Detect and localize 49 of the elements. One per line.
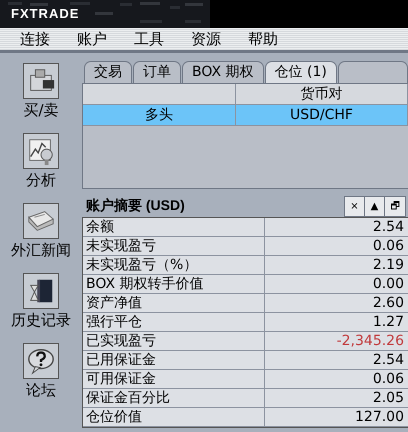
table-cell: USD/CHF	[236, 105, 408, 125]
table-cell: 已用保证金	[83, 351, 265, 369]
table-cell-text: -2,345.26	[336, 332, 405, 350]
sidebar-label[interactable]: 外汇新闻	[11, 241, 71, 260]
tab[interactable]: 交易	[84, 61, 132, 83]
menu-item[interactable]: 工具	[134, 30, 191, 48]
tab[interactable]: BOX 期权	[182, 61, 264, 83]
close-button[interactable]: ×	[345, 196, 365, 216]
table-cell-text: 1.27	[372, 313, 405, 331]
logo: FXTRADE	[11, 6, 80, 21]
table-cell-text: 2.05	[372, 389, 405, 407]
panel-title: 账户摘要 (USD)	[85, 197, 185, 215]
table-cell-text: 127.00	[354, 408, 405, 426]
menu-item[interactable]: 资源	[191, 30, 248, 48]
menu-item[interactable]: 账户	[77, 30, 134, 48]
column-header: 货币对	[236, 84, 408, 104]
sidebar-label[interactable]: 买/卖	[23, 101, 59, 120]
table-cell-text: 0.06	[372, 370, 405, 388]
sidebar-label[interactable]: 历史记录	[11, 311, 71, 330]
table-cell: 未实现盈亏（%）	[83, 256, 265, 274]
sidebar-label[interactable]: 论坛	[26, 381, 56, 400]
chart-magnifier-icon[interactable]	[23, 133, 59, 169]
newspaper-icon[interactable]	[23, 203, 59, 239]
sidebar-label[interactable]: 分析	[26, 171, 56, 190]
table-cell: 未实现盈亏	[83, 237, 265, 255]
tab[interactable]: 仓位 (1)	[264, 61, 337, 83]
menu-item[interactable]: 连接	[20, 30, 77, 48]
table-cell: 已实现盈亏	[83, 332, 265, 350]
table-cell-text: 0.00	[372, 275, 405, 293]
table-cell: 强行平仓	[83, 313, 265, 331]
table-cell-text: 2.60	[372, 294, 405, 312]
table-cell-text: 2.19	[372, 256, 405, 274]
question-bubble-icon[interactable]	[23, 343, 59, 379]
restore-button[interactable]: 🗗	[385, 196, 405, 216]
collapse-button[interactable]: ▲	[365, 196, 385, 216]
table-cell-text: 2.54	[372, 351, 405, 369]
table-cell-text: 0.06	[372, 237, 405, 255]
tab[interactable]: 订单	[133, 61, 181, 83]
table-cell: 余额	[83, 218, 265, 236]
table-cell: BOX 期权转手价值	[83, 275, 265, 293]
table-row[interactable]: 多头 USD/CHF	[83, 105, 408, 126]
table-cell: 可用保证金	[83, 370, 265, 388]
table-cell-text: 2.54	[372, 218, 405, 236]
table-cell: 仓位价值	[83, 408, 265, 426]
menu-item[interactable]: 帮助	[248, 30, 305, 48]
table-cell: 资产净值	[83, 294, 265, 312]
hourglass-book-icon[interactable]	[23, 273, 59, 309]
table-cell: 多头	[83, 105, 236, 125]
table-cell: 保证金百分比	[83, 389, 265, 407]
